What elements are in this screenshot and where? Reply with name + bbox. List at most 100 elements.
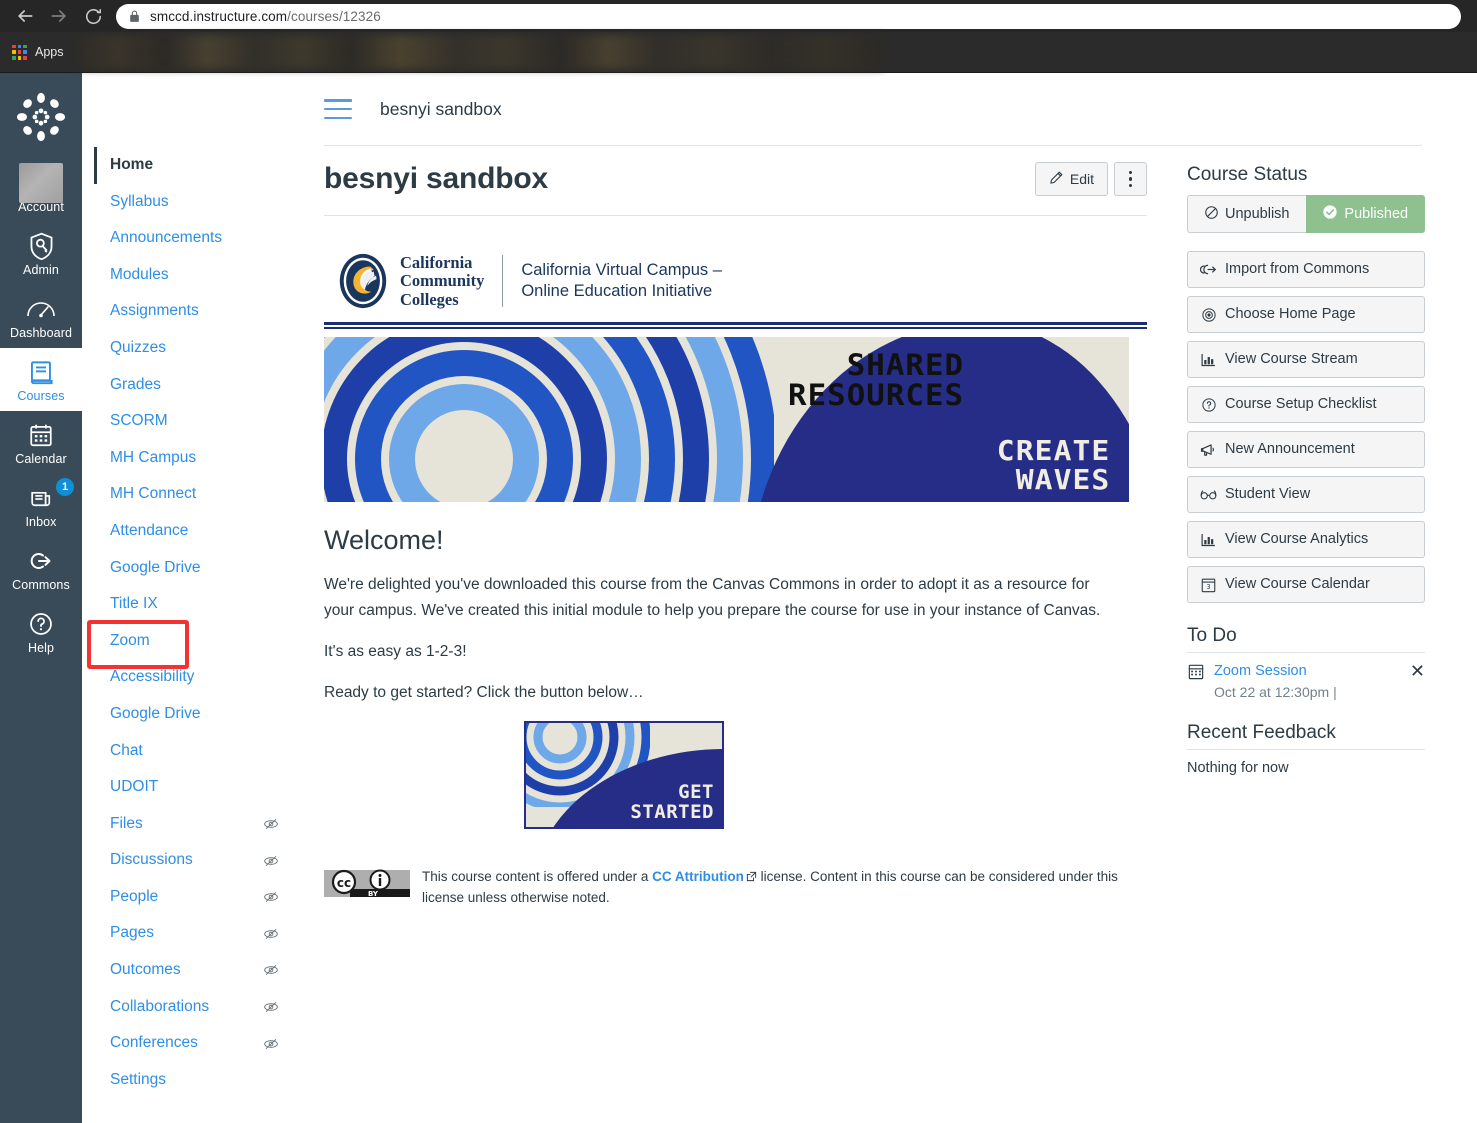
course-nav-grades[interactable]: Grades [94, 367, 297, 404]
course-nav-attendance[interactable]: Attendance [94, 513, 297, 550]
book-icon [2, 357, 80, 387]
cvc-subtitle: California Virtual Campus – Online Educa… [521, 260, 722, 303]
header-rule [324, 215, 1147, 217]
reload-icon[interactable] [76, 0, 110, 32]
view-course-analytics-button[interactable]: View Course Analytics [1187, 521, 1425, 558]
course-nav-collaborations[interactable]: Collaborations [94, 989, 297, 1026]
pencil-icon [1049, 170, 1064, 188]
global-nav-account[interactable]: Account [0, 159, 82, 222]
global-nav-commons[interactable]: Commons [0, 537, 82, 600]
course-nav-files[interactable]: Files [94, 806, 297, 843]
shared-resources-banner: SHARED RESOURCES CREATE WAVES [324, 337, 1129, 503]
canvas-logo[interactable] [13, 89, 69, 145]
cc-attribution-link[interactable]: CC Attribution [652, 869, 744, 884]
view-course-calendar-button[interactable]: 3 View Course Calendar [1187, 566, 1425, 603]
course-nav-conferences[interactable]: Conferences [94, 1025, 297, 1062]
course-nav-mh-connect[interactable]: MH Connect [94, 476, 297, 513]
cvc-sub-line1: California Virtual Campus – [521, 260, 722, 279]
browser-toolbar: smccd.instructure.com/courses/12326 [0, 0, 1477, 32]
course-nav-assignments[interactable]: Assignments [94, 293, 297, 330]
course-nav-zoom[interactable]: Zoom [94, 623, 297, 660]
url-text: smccd.instructure.com/courses/12326 [150, 9, 381, 24]
external-link-icon [746, 868, 757, 881]
course-nav-label: Conferences [110, 1034, 198, 1052]
course-nav-announcements[interactable]: Announcements [94, 220, 297, 257]
rs-button-label: View Course Stream [1225, 351, 1358, 368]
page-actions: Edit [1034, 162, 1147, 197]
course-nav-chat[interactable]: Chat [94, 733, 297, 770]
course-nav-modules[interactable]: Modules [94, 257, 297, 294]
course-nav-title-ix[interactable]: Title IX [94, 586, 297, 623]
global-nav-label: Dashboard [9, 326, 73, 340]
course-nav-pages[interactable]: Pages [94, 915, 297, 952]
course-navigation: Home Syllabus Announcements Modules Assi… [82, 147, 297, 1098]
edit-button[interactable]: Edit [1034, 162, 1108, 197]
no-entry-icon [1204, 205, 1219, 224]
publish-toggle-group: Unpublish Published [1187, 195, 1425, 233]
new-announcement-button[interactable]: New Announcement [1187, 431, 1425, 468]
student-view-button[interactable]: Student View [1187, 476, 1425, 513]
decorative-double-rule [324, 322, 1147, 330]
more-options-button[interactable] [1114, 162, 1147, 197]
global-nav-label: Calendar [15, 452, 67, 466]
top-course-name: besnyi sandbox [380, 98, 502, 119]
banner-headline: SHARED RESOURCES [788, 351, 964, 410]
cvc-sub-line2: Online Education Initiative [521, 282, 713, 301]
page-header: besnyi sandbox Edit [324, 162, 1147, 197]
address-bar[interactable]: smccd.instructure.com/courses/12326 [116, 3, 1461, 29]
global-nav-dashboard[interactable]: Dashboard [0, 285, 82, 348]
forward-arrow-icon[interactable] [42, 0, 76, 32]
course-nav-google-drive[interactable]: Google Drive [94, 550, 297, 587]
global-nav-inbox[interactable]: 1 Inbox [0, 474, 82, 537]
back-arrow-icon[interactable] [8, 0, 42, 32]
svg-text:3: 3 [1206, 583, 1210, 591]
apps-shortcut[interactable]: Apps [8, 42, 73, 63]
course-nav-label: MH Campus [110, 448, 197, 466]
course-nav-scorm[interactable]: SCORM [94, 403, 297, 440]
global-nav-help[interactable]: Help [0, 600, 82, 663]
choose-home-page-button[interactable]: Choose Home Page [1187, 296, 1425, 333]
course-nav-people[interactable]: People [94, 879, 297, 916]
course-nav-label: Collaborations [110, 997, 210, 1015]
rs-button-label: Import from Commons [1225, 261, 1370, 278]
unpublish-button[interactable]: Unpublish [1187, 195, 1306, 233]
todo-item-link[interactable]: Zoom Session [1214, 663, 1307, 679]
hamburger-menu-icon[interactable] [324, 99, 352, 119]
course-nav-label: Attendance [110, 521, 189, 539]
course-nav-syllabus[interactable]: Syllabus [94, 184, 297, 221]
course-nav-quizzes[interactable]: Quizzes [94, 330, 297, 367]
course-nav-mh-campus[interactable]: MH Campus [94, 440, 297, 477]
course-setup-checklist-button[interactable]: Course Setup Checklist [1187, 386, 1425, 423]
course-nav-home[interactable]: Home [94, 147, 297, 184]
apps-grid-icon [12, 44, 27, 60]
get-started-line1: GET [678, 780, 714, 803]
check-circle-icon [1322, 204, 1338, 224]
course-nav-udoit[interactable]: UDOIT [94, 769, 297, 806]
bookmarks-bar: Apps [0, 32, 1477, 72]
course-nav-outcomes[interactable]: Outcomes [94, 952, 297, 989]
course-nav-accessibility[interactable]: Accessibility [94, 659, 297, 696]
course-nav-label: Modules [110, 265, 169, 283]
get-started-button[interactable]: GET STARTED [524, 720, 724, 829]
course-nav-label: Outcomes [110, 961, 181, 979]
course-status-title: Course Status [1187, 164, 1308, 185]
global-nav-courses[interactable]: Courses [0, 348, 82, 411]
published-button[interactable]: Published [1305, 195, 1425, 233]
close-icon[interactable]: ✕ [1410, 662, 1425, 680]
banner-tagline-line2: WAVES [1015, 462, 1111, 496]
import-from-commons-button[interactable]: Import from Commons [1187, 251, 1425, 288]
license-text-before: This course content is offered under a [422, 868, 653, 884]
course-nav-google-drive-2[interactable]: Google Drive [94, 696, 297, 733]
view-course-stream-button[interactable]: View Course Stream [1187, 341, 1425, 378]
course-nav-discussions[interactable]: Discussions [94, 842, 297, 879]
course-nav-settings[interactable]: Settings [94, 1062, 297, 1099]
rs-button-label: New Announcement [1225, 441, 1355, 458]
global-nav-admin[interactable]: Admin [0, 222, 82, 285]
more-options-icon [1128, 170, 1133, 188]
course-nav-label: Announcements [110, 229, 223, 247]
global-nav-calendar[interactable]: Calendar [0, 411, 82, 474]
arrow-out-circle-icon [2, 546, 80, 576]
banner-tagline: CREATE WAVES [997, 436, 1111, 496]
calendar-icon [1187, 663, 1204, 680]
avatar-icon [2, 163, 80, 203]
